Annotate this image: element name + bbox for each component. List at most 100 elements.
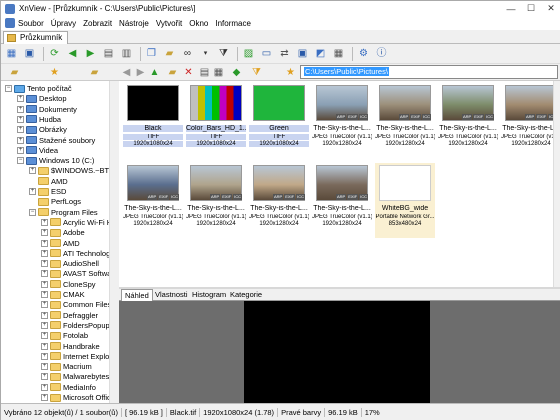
thumbnail-scrollbar[interactable] [553, 81, 560, 287]
menu-zobrazit[interactable]: Zobrazit [83, 19, 112, 28]
expand-toggle-icon[interactable]: + [17, 146, 24, 154]
nav-forward-icon[interactable]: ▶ [133, 65, 148, 80]
address-input[interactable]: C:\Users\Public\Pictures\ [300, 65, 558, 79]
up-folder-icon[interactable]: ▲ [147, 65, 162, 80]
system-menu-icon[interactable] [5, 18, 15, 28]
refresh-icon[interactable]: ⟳ [47, 46, 62, 61]
dropdown-icon[interactable]: ▾ [198, 46, 213, 61]
maximize-button[interactable]: ☐ [521, 1, 541, 16]
bookmark-icon[interactable]: ★ [283, 65, 298, 80]
sort-icon[interactable]: ◆ [229, 65, 244, 80]
expand-toggle-icon[interactable]: + [17, 105, 24, 113]
nav-back-icon[interactable]: ◀ [119, 65, 134, 80]
expand-toggle-icon[interactable]: − [17, 157, 24, 165]
tree-node-label: AVAST Softwa [63, 269, 112, 279]
favorites-icon[interactable]: ★ [47, 65, 62, 80]
expand-toggle-icon[interactable]: + [29, 167, 36, 175]
thumbnail-item[interactable]: ARPEXIFICCThe-Sky-is-the-L...JPEG TrueCo… [123, 163, 183, 238]
thumbnail-format: Portable Network Gr... [375, 214, 435, 220]
expand-toggle-icon[interactable]: + [41, 321, 48, 329]
expand-toggle-icon[interactable]: + [17, 136, 24, 144]
expand-toggle-icon[interactable]: + [41, 260, 48, 268]
thumbnail-item[interactable]: ARPEXIFICCThe-Sky-is-the-L...JPEG TrueCo… [249, 163, 309, 238]
forward-icon[interactable]: ▶ [83, 46, 98, 61]
view-mode-icon[interactable]: ▦ [211, 65, 226, 80]
expand-toggle-icon[interactable]: + [41, 383, 48, 391]
expand-toggle-icon[interactable]: + [17, 126, 24, 134]
expand-toggle-icon[interactable]: + [41, 373, 48, 381]
tab-pruzkumnik[interactable]: Průzkumník [3, 31, 69, 44]
convert-icon[interactable]: ⇄ [277, 46, 292, 61]
tree-node[interactable]: + Microsoft Offic [41, 392, 111, 403]
filter-dropdown-icon[interactable]: ⧩ [249, 65, 264, 80]
webpage-icon[interactable]: ◩ [313, 46, 328, 61]
tree-scrollbar[interactable] [109, 81, 117, 403]
expand-toggle-icon[interactable]: + [17, 95, 24, 103]
binoculars-icon[interactable]: ∞ [180, 46, 195, 61]
expand-toggle-icon[interactable]: + [41, 363, 48, 371]
settings-icon[interactable]: ⚙ [356, 46, 371, 61]
thumbnail-item[interactable]: ARPEXIFICCThe-Sky-is-the-L...JPEG TrueCo… [375, 83, 435, 158]
thumbnail-item[interactable]: ARPEXIFICCThe-Sky-is-the-L...JPEG TrueCo… [186, 163, 246, 238]
expand-toggle-icon[interactable]: + [41, 352, 48, 360]
properties-icon[interactable]: ▤ [197, 65, 212, 80]
tab-histogram[interactable]: Histogram [189, 289, 229, 301]
slideshow-icon[interactable]: ▭ [259, 46, 274, 61]
expand-toggle-icon[interactable]: + [41, 249, 48, 257]
thumbnail-name: The-Sky-is-the-L... [313, 205, 371, 212]
expand-toggle-icon[interactable]: + [41, 229, 48, 237]
expand-toggle-icon[interactable]: + [17, 115, 24, 123]
close-button[interactable]: ✕ [541, 1, 560, 16]
image-icon[interactable]: ▨ [241, 46, 256, 61]
expand-toggle-icon[interactable]: + [41, 239, 48, 247]
scan-icon[interactable]: ▥ [119, 46, 134, 61]
filter-icon[interactable]: ⧩ [216, 46, 231, 61]
info-icon[interactable]: ⓘ [374, 46, 389, 61]
tree-toggle-icon[interactable]: ▰ [7, 65, 22, 80]
thumbnail-item[interactable]: Black TIFF 1920x1080x24 [123, 83, 183, 158]
tab-kategorie[interactable]: Kategorie [227, 289, 265, 301]
new-folder-icon[interactable]: ▰ [165, 65, 180, 80]
tab-nahled[interactable]: Náhled [121, 289, 153, 301]
thumbnail-image [253, 85, 305, 121]
expand-toggle-icon[interactable]: + [41, 270, 48, 278]
monitor-icon[interactable]: ▣ [295, 46, 310, 61]
back-icon[interactable]: ◀ [65, 46, 80, 61]
delete-icon[interactable]: ✕ [181, 65, 196, 80]
expand-toggle-icon[interactable]: + [29, 188, 36, 195]
browser-icon[interactable]: ▦ [4, 46, 19, 61]
thumbnail-item[interactable]: Color_Bars_HD_1... TIFF 1920x1080x24 [186, 83, 246, 158]
thumbnail-item[interactable]: ARPEXIFICCThe-Sky-is-the-L...JPEG TrueCo… [501, 83, 560, 158]
menu-upravy[interactable]: Úpravy [51, 19, 76, 28]
thumbnail-name: The-Sky-is-the-L... [502, 125, 560, 132]
menu-informace[interactable]: Informace [215, 19, 251, 28]
thumbnail-item[interactable]: ARPEXIFICCThe-Sky-is-the-L...JPEG TrueCo… [438, 83, 498, 158]
tab-vlastnosti[interactable]: Vlastnosti [152, 289, 191, 301]
expand-toggle-icon[interactable]: − [29, 208, 36, 216]
folder-icon[interactable]: ▰ [87, 65, 102, 80]
menu-okno[interactable]: Okno [189, 19, 208, 28]
thumbnail-item[interactable]: WhiteBG_wide Portable Network Gr... 853x48… [375, 163, 435, 238]
menu-nastroje[interactable]: Nástroje [119, 19, 149, 28]
folder-open-icon[interactable]: ▰ [162, 46, 177, 61]
tree-node-label: Windows 10 (C:) [39, 156, 95, 166]
minimize-button[interactable]: — [501, 1, 521, 16]
expand-toggle-icon[interactable]: + [41, 342, 48, 350]
expand-toggle-icon[interactable]: + [41, 218, 48, 226]
expand-toggle-icon[interactable]: − [5, 85, 12, 92]
thumbnail-item[interactable]: Green TIFF 1920x1080x24 [249, 83, 309, 158]
copy-icon[interactable]: ❐ [144, 46, 159, 61]
save-icon[interactable]: ▣ [22, 46, 37, 61]
expand-toggle-icon[interactable]: + [41, 332, 48, 340]
contact-sheet-icon[interactable]: ▦ [331, 46, 346, 61]
expand-toggle-icon[interactable]: + [41, 280, 48, 288]
menu-vytvorit[interactable]: Vytvořit [156, 19, 182, 28]
thumbnail-item[interactable]: ARPEXIFICCThe-Sky-is-the-L...JPEG TrueCo… [312, 163, 372, 238]
print-icon[interactable]: ▤ [101, 46, 116, 61]
expand-toggle-icon[interactable]: + [41, 394, 48, 401]
menu-soubor[interactable]: Soubor [18, 19, 44, 28]
expand-toggle-icon[interactable]: + [41, 311, 48, 319]
thumbnail-item[interactable]: ARPEXIFICCThe-Sky-is-the-L...JPEG TrueCo… [312, 83, 372, 158]
expand-toggle-icon[interactable]: + [41, 291, 48, 298]
expand-toggle-icon[interactable]: + [41, 301, 48, 309]
